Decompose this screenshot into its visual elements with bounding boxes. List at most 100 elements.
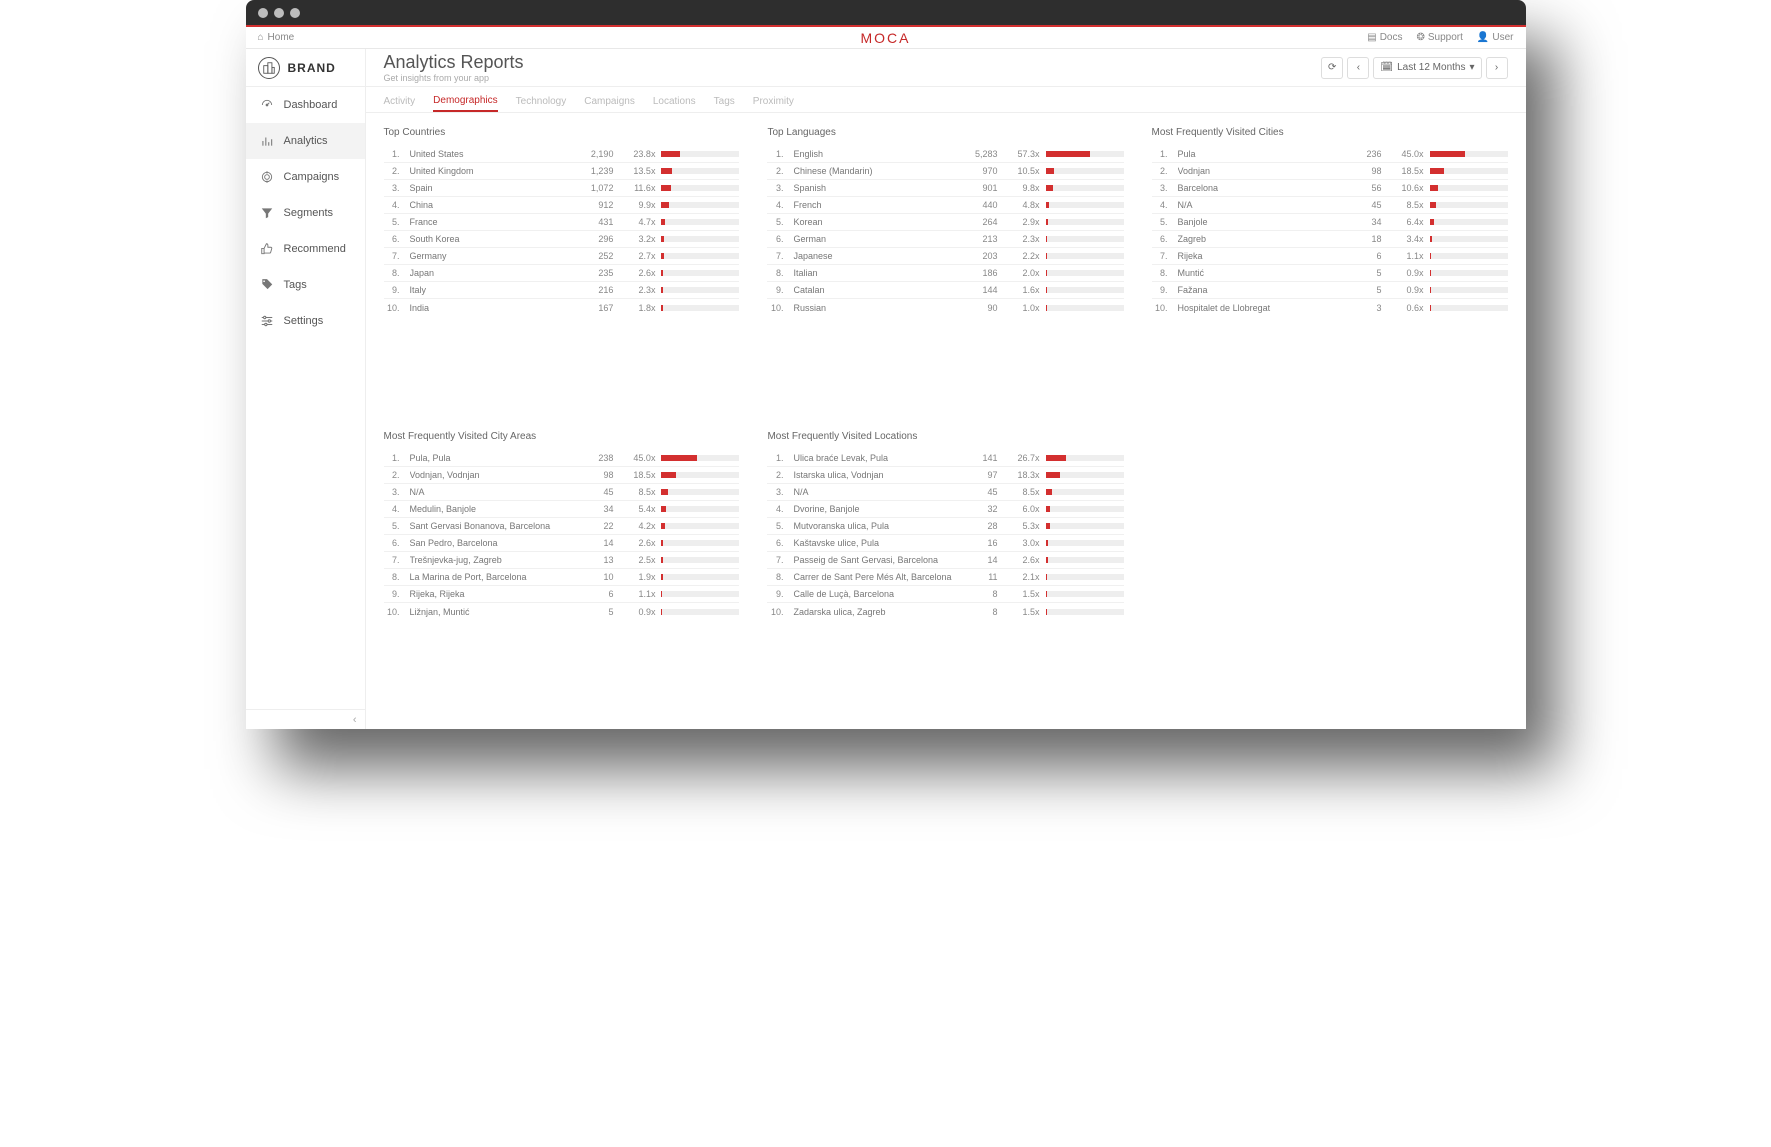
row-name: N/A xyxy=(793,487,951,497)
row-name: N/A xyxy=(410,487,568,497)
row-pct: 4.7x xyxy=(619,217,655,227)
row-bar xyxy=(1430,151,1508,157)
row-rank: 8. xyxy=(384,572,404,582)
sidebar-item-tags[interactable]: Tags xyxy=(246,267,365,303)
row-name: South Korea xyxy=(410,234,568,244)
table-row: 5.Sant Gervasi Bonanova, Barcelona224.2x xyxy=(384,518,740,535)
row-name: Germany xyxy=(410,251,568,261)
sidebar-collapse-button[interactable]: ‹ xyxy=(246,709,365,729)
row-name: Medulin, Banjole xyxy=(410,504,568,514)
row-name: United States xyxy=(410,149,568,159)
tab-activity[interactable]: Activity xyxy=(384,96,416,112)
logo[interactable]: MOCA xyxy=(861,30,911,46)
window-minimize-icon[interactable] xyxy=(274,8,284,18)
row-name: China xyxy=(410,200,568,210)
sidebar-item-recommend[interactable]: Recommend xyxy=(246,231,365,267)
row-count: 186 xyxy=(958,268,998,278)
row-count: 18 xyxy=(1342,234,1382,244)
user-link[interactable]: 👤User xyxy=(1477,32,1514,43)
tab-tags[interactable]: Tags xyxy=(714,96,735,112)
row-name: Japan xyxy=(410,268,568,278)
row-pct: 4.2x xyxy=(619,521,655,531)
tab-campaigns[interactable]: Campaigns xyxy=(584,96,635,112)
prev-range-button[interactable]: ‹ xyxy=(1347,57,1369,79)
row-name: Catalan xyxy=(793,285,951,295)
row-pct: 3.0x xyxy=(1004,538,1040,548)
row-rank: 9. xyxy=(1152,285,1172,295)
row-bar xyxy=(661,305,739,311)
next-range-button[interactable]: › xyxy=(1486,57,1508,79)
panel: Top Countries1.United States2,19023.8x2.… xyxy=(384,127,740,411)
row-pct: 1.8x xyxy=(619,303,655,313)
sidebar-item-settings[interactable]: Settings xyxy=(246,303,365,339)
row-rank: 5. xyxy=(1152,217,1172,227)
sidebar: BRAND Dashboard Analytics CampaignsSegment… xyxy=(246,49,366,729)
row-bar xyxy=(661,219,739,225)
row-bar xyxy=(661,236,739,242)
row-bar xyxy=(661,472,739,478)
row-count: 5 xyxy=(1342,268,1382,278)
table-row: 9.Rijeka, Rijeka61.1x xyxy=(384,586,740,603)
tab-locations[interactable]: Locations xyxy=(653,96,696,112)
row-name: Japanese xyxy=(793,251,951,261)
table-row: 5.Mutvoranska ulica, Pula285.3x xyxy=(767,518,1123,535)
sidebar-item-campaigns[interactable]: Campaigns xyxy=(246,159,365,195)
row-count: 141 xyxy=(958,453,998,463)
row-rank: 5. xyxy=(384,217,404,227)
row-bar xyxy=(1046,540,1124,546)
table-row: 1.United States2,19023.8x xyxy=(384,146,740,163)
sidebar-item-dashboard[interactable]: Dashboard xyxy=(246,87,365,123)
docs-link[interactable]: ▤Docs xyxy=(1367,32,1402,43)
breadcrumb[interactable]: ⌂ Home xyxy=(258,32,295,43)
sidebar-item-analytics[interactable]: Analytics xyxy=(246,123,365,159)
row-bar xyxy=(1046,557,1124,563)
sidebar-item-label: Settings xyxy=(284,315,324,327)
sidebar-item-segments[interactable]: Segments xyxy=(246,195,365,231)
row-name: Zagreb xyxy=(1178,234,1336,244)
table-row: 10.Ližnjan, Muntić50.9x xyxy=(384,603,740,620)
row-bar xyxy=(1046,168,1124,174)
row-name: Ližnjan, Muntić xyxy=(410,607,568,617)
row-name: Spain xyxy=(410,183,568,193)
table-row: 10.Hospitalet de Llobregat30.6x xyxy=(1152,299,1508,316)
refresh-button[interactable]: ⟳ xyxy=(1321,57,1343,79)
table-row: 10.Russian901.0x xyxy=(767,299,1123,316)
row-rank: 2. xyxy=(1152,166,1172,176)
row-rank: 10. xyxy=(767,607,787,617)
row-name: Zadarska ulica, Zagreb xyxy=(793,607,951,617)
row-bar xyxy=(661,151,739,157)
tab-proximity[interactable]: Proximity xyxy=(753,96,794,112)
sidebar-item-label: Dashboard xyxy=(284,99,338,111)
tab-technology[interactable]: Technology xyxy=(516,96,567,112)
row-name: Russian xyxy=(793,303,951,313)
brand-block[interactable]: BRAND xyxy=(246,49,365,87)
row-count: 901 xyxy=(958,183,998,193)
row-name: Rijeka xyxy=(1178,251,1336,261)
row-rank: 1. xyxy=(767,453,787,463)
row-pct: 2.6x xyxy=(1004,555,1040,565)
date-range-button[interactable]: 🗓 Last 12 Months ▾ xyxy=(1373,57,1481,79)
window-maximize-icon[interactable] xyxy=(290,8,300,18)
table-row: 7.Passeig de Sant Gervasi, Barcelona142.… xyxy=(767,552,1123,569)
row-name: Barcelona xyxy=(1178,183,1336,193)
row-pct: 2.5x xyxy=(619,555,655,565)
row-bar xyxy=(661,557,739,563)
support-link[interactable]: ❂Support xyxy=(1417,32,1463,43)
tab-demographics[interactable]: Demographics xyxy=(433,95,497,112)
table-row: 6.Zagreb183.4x xyxy=(1152,231,1508,248)
row-bar xyxy=(1046,523,1124,529)
table-row: 4.Medulin, Banjole345.4x xyxy=(384,501,740,518)
row-pct: 18.5x xyxy=(1388,166,1424,176)
row-pct: 45.0x xyxy=(1388,149,1424,159)
sidebar-item-label: Analytics xyxy=(284,135,328,147)
row-pct: 2.6x xyxy=(619,538,655,548)
row-rank: 8. xyxy=(384,268,404,278)
panel-title: Most Frequently Visited Locations xyxy=(767,431,1123,442)
table-row: 3.N/A458.5x xyxy=(384,484,740,501)
row-bar xyxy=(1046,574,1124,580)
row-count: 14 xyxy=(958,555,998,565)
window-close-icon[interactable] xyxy=(258,8,268,18)
row-rank: 10. xyxy=(1152,303,1172,313)
caret-down-icon: ▾ xyxy=(1469,62,1474,73)
row-count: 10 xyxy=(573,572,613,582)
